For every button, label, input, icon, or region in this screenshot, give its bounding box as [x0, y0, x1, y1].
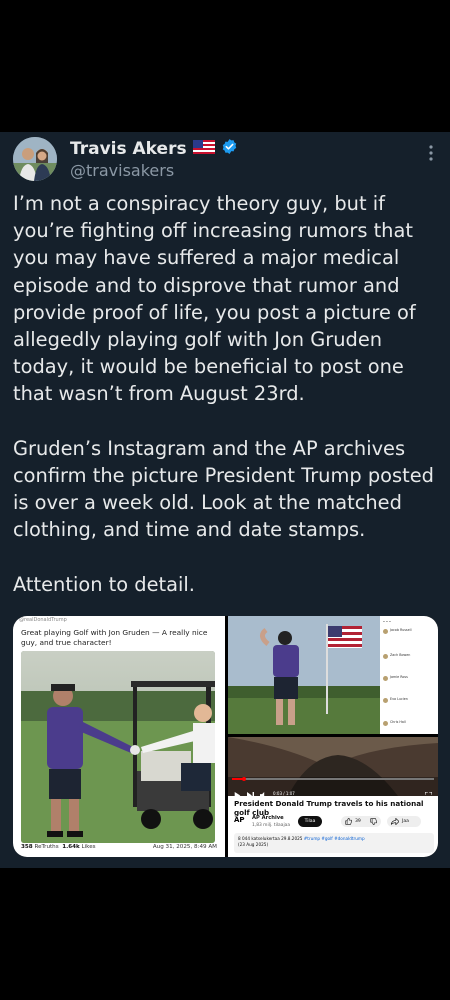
share-label: Jaa	[402, 819, 409, 824]
tweet-body: I’m not a conspiracy theory guy, but if …	[13, 192, 434, 596]
truth-social-screenshot[interactable]: @realDonaldTrump Great playing Golf with…	[13, 616, 225, 857]
volume-icon[interactable]	[260, 784, 267, 796]
truth-header: @realDonaldTrump	[19, 617, 67, 623]
ap-logo-icon[interactable]: AP	[234, 816, 248, 826]
commenter-avatar	[383, 629, 388, 634]
video-description[interactable]: 8 044 katselukertaa 29.8.2025 #trump #go…	[234, 833, 434, 853]
tweet-card: Travis Akers @travisakers I’m not a cons…	[0, 132, 450, 868]
us-flag-icon	[192, 139, 215, 158]
handle[interactable]: @travisakers	[70, 161, 174, 180]
golf-swing-photo[interactable]	[228, 616, 380, 734]
truth-timestamp: Aug 31, 2025, 8:49 AM	[152, 844, 217, 850]
thumbs-down-icon	[370, 818, 378, 830]
channel-name[interactable]: AP Archive	[252, 815, 284, 821]
fullscreen-icon[interactable]	[424, 784, 433, 796]
youtube-screenshot[interactable]: 0:03 / 1:07 President Donald Trump trave…	[228, 737, 438, 857]
ig-comment: Chris Hall	[390, 720, 406, 724]
likes-label: Likes	[81, 844, 96, 850]
next-icon[interactable]	[247, 784, 254, 796]
commenter-avatar	[383, 698, 388, 703]
commenter-avatar	[383, 676, 388, 681]
truth-post-footer: 358 ReTruths 1.64k Likes Aug 31, 2025, 8…	[21, 844, 217, 850]
truth-post-text: Great playing Golf with Jon Gruden — A r…	[21, 628, 208, 647]
share-button[interactable]: Jaa	[387, 816, 421, 827]
likes-count: 1.64k	[62, 844, 80, 850]
play-icon[interactable]	[234, 784, 241, 796]
retruths-label: ReTruths	[34, 844, 59, 850]
ig-header: • • •	[383, 620, 391, 624]
ig-comment: Zach Bowen	[390, 653, 411, 657]
author-name-row[interactable]: Travis Akers	[70, 138, 238, 159]
subscriber-count: 1,83 milj. tilaajaa	[252, 823, 291, 828]
ig-comment: Jamie Ross	[390, 675, 408, 679]
video-time: 0:03 / 1:07	[273, 791, 295, 796]
commenter-avatar	[383, 654, 388, 659]
retruths-count: 358	[21, 844, 33, 850]
instagram-comments-screenshot[interactable]: • • • Jacob Russell Zach Bowen Jamie Ros…	[380, 616, 438, 734]
views-and-date: 8 044 katselukertaa 29.8.2025	[238, 836, 303, 841]
hashtags[interactable]: #trump #golf #donaldtrump	[304, 836, 365, 841]
avatar[interactable]	[13, 137, 57, 181]
like-count: 39	[355, 819, 361, 824]
thumbs-up-icon	[345, 817, 353, 830]
more-options-icon[interactable]	[428, 144, 434, 162]
original-date: (23 Aug 2025)	[238, 842, 269, 847]
ig-comment: Jacob Russell	[390, 628, 412, 632]
commenter-avatar	[383, 721, 388, 726]
video-player[interactable]: 0:03 / 1:07	[228, 737, 438, 796]
like-button[interactable]: 39	[341, 816, 381, 827]
ig-comment: Eva Lucien	[390, 697, 408, 701]
subscribe-button[interactable]: Tilaa	[298, 816, 322, 827]
verified-badge-icon[interactable]	[221, 138, 238, 159]
golf-cart-photo	[21, 651, 215, 843]
share-icon	[390, 817, 400, 830]
display-name[interactable]: Travis Akers	[70, 139, 187, 159]
media-grid[interactable]: @realDonaldTrump Great playing Golf with…	[13, 616, 438, 857]
